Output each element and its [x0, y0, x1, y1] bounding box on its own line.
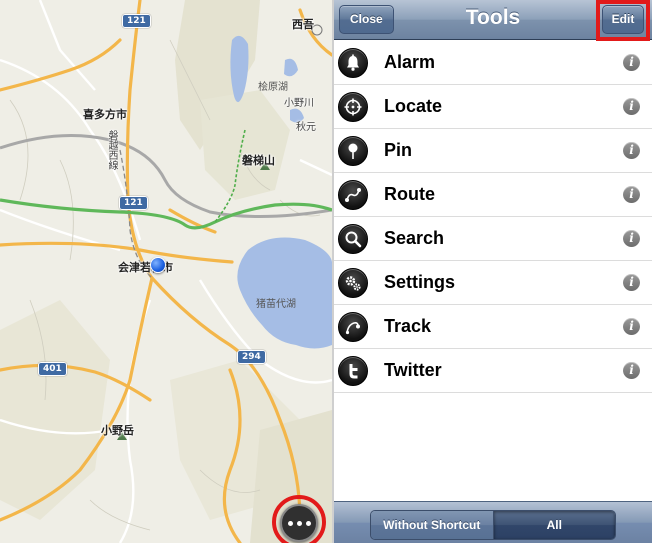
- info-icon[interactable]: i: [623, 230, 640, 247]
- info-icon[interactable]: i: [623, 274, 640, 291]
- map-label-bandaisan: 磐梯山: [242, 154, 275, 167]
- more-options-button[interactable]: [280, 504, 318, 542]
- map-label-hibarako: 桧原湖: [258, 82, 288, 93]
- tool-row-search[interactable]: Search i: [334, 217, 652, 261]
- info-icon[interactable]: i: [623, 318, 640, 335]
- tool-label: Track: [384, 316, 432, 336]
- tool-label: Pin: [384, 140, 413, 160]
- tool-label: Locate: [384, 96, 443, 116]
- twitter-icon: [338, 355, 368, 386]
- tool-row-alarm[interactable]: Alarm i: [334, 41, 652, 85]
- info-icon[interactable]: i: [623, 54, 640, 71]
- map-label-onogawa: 小野川: [284, 98, 314, 109]
- shortcut-filter-segmented-control: Without Shortcut All: [370, 510, 616, 540]
- tools-panel: Close Tools Edit Alarm i Locate i Pin i …: [334, 0, 652, 543]
- ellipsis-dot-icon: [305, 520, 311, 526]
- gears-icon: [338, 267, 368, 298]
- route-icon: [338, 179, 368, 210]
- map-label-rail-line: 磐越西線: [106, 130, 117, 170]
- info-icon[interactable]: i: [623, 142, 640, 159]
- crosshair-icon: [338, 91, 368, 122]
- map-label-nishiaizu: 西吾: [292, 18, 314, 31]
- current-location-marker[interactable]: [150, 257, 166, 273]
- tool-label: Twitter: [384, 360, 442, 380]
- info-icon[interactable]: i: [623, 362, 640, 379]
- ellipsis-dot-icon: [296, 520, 302, 526]
- tool-row-locate[interactable]: Locate i: [334, 85, 652, 129]
- route-shield: 121: [122, 14, 151, 28]
- screen: 喜多方市 会津若松市 磐梯山 小野岳 西吾 桧原湖 小野川 秋元 猪苗代湖 磐越…: [0, 0, 652, 543]
- tool-row-pin[interactable]: Pin i: [334, 129, 652, 173]
- navigation-bar: Close Tools Edit: [334, 0, 652, 41]
- route-shield: 294: [237, 350, 266, 364]
- tool-row-route[interactable]: Route i: [334, 173, 652, 217]
- tool-label: Settings: [384, 272, 456, 292]
- tool-row-settings[interactable]: Settings i: [334, 261, 652, 305]
- route-shield: 401: [38, 362, 67, 376]
- map-label-kitakata: 喜多方市: [83, 108, 127, 121]
- map-label-onodake: 小野岳: [101, 424, 134, 437]
- tool-label: Search: [384, 228, 445, 248]
- segment-all[interactable]: All: [493, 511, 615, 539]
- track-icon: [338, 311, 368, 342]
- edit-button[interactable]: Edit: [602, 5, 644, 34]
- tool-row-track[interactable]: Track i: [334, 305, 652, 349]
- route-shield: 121: [119, 196, 148, 210]
- info-icon[interactable]: i: [623, 186, 640, 203]
- pin-icon: [338, 135, 368, 166]
- magnifier-icon: [338, 223, 368, 254]
- tool-label: Route: [384, 184, 435, 204]
- ellipsis-dot-icon: [287, 520, 293, 526]
- bottom-toolbar: Without Shortcut All: [334, 501, 652, 543]
- info-icon[interactable]: i: [623, 98, 640, 115]
- map-label-akimoto: 秋元: [296, 122, 316, 133]
- tools-list: Alarm i Locate i Pin i Route i Search i …: [334, 41, 652, 393]
- tool-row-twitter[interactable]: Twitter i: [334, 349, 652, 393]
- map-view[interactable]: 喜多方市 会津若松市 磐梯山 小野岳 西吾 桧原湖 小野川 秋元 猪苗代湖 磐越…: [0, 0, 332, 543]
- bell-icon: [338, 47, 368, 78]
- map-label-inawashiroko: 猪苗代湖: [256, 299, 296, 310]
- tool-label: Alarm: [384, 52, 436, 72]
- segment-without-shortcut[interactable]: Without Shortcut: [371, 511, 494, 539]
